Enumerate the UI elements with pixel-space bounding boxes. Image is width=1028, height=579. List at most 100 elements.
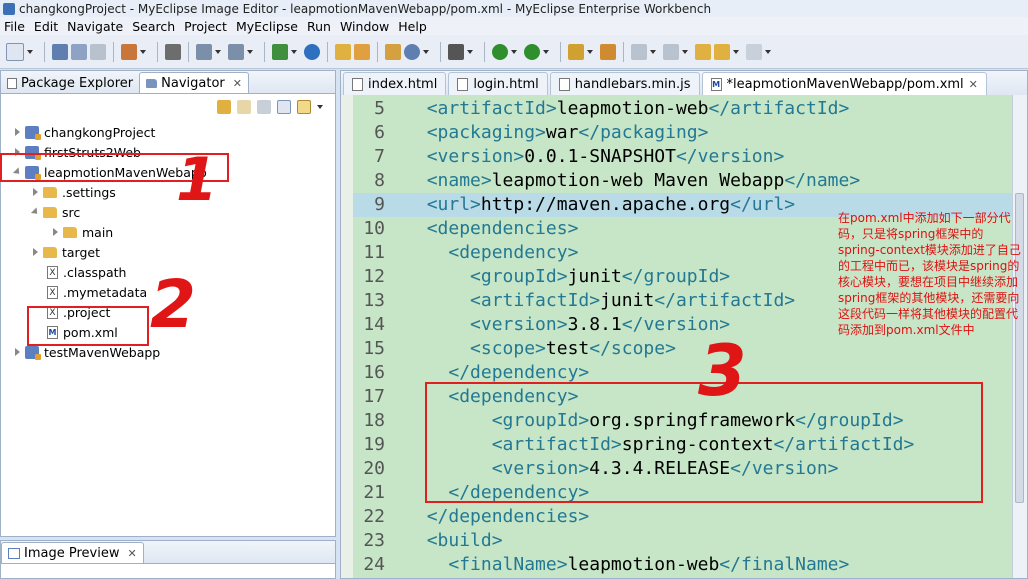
chevron-down-icon[interactable] <box>467 49 473 54</box>
tree-item-settings[interactable]: .settings <box>33 182 116 202</box>
view-menu-chevron-icon[interactable] <box>317 105 323 109</box>
tree-item-mymetadata[interactable]: X .mymetadata <box>47 282 147 302</box>
chevron-down-icon[interactable] <box>215 49 221 54</box>
close-icon[interactable]: ✕ <box>127 547 136 560</box>
deploy-icon[interactable] <box>121 43 137 60</box>
save-all-icon[interactable] <box>71 43 87 60</box>
expand-arrow-icon[interactable] <box>53 228 58 236</box>
menu-help[interactable]: Help <box>394 19 432 34</box>
add-folder-icon[interactable] <box>354 43 370 60</box>
close-icon[interactable]: ✕ <box>233 77 242 90</box>
chevron-down-icon[interactable] <box>291 49 297 54</box>
chevron-down-icon[interactable] <box>650 49 656 54</box>
chevron-down-icon[interactable] <box>511 49 517 54</box>
chevron-down-icon[interactable] <box>140 49 146 54</box>
chevron-down-icon[interactable] <box>27 49 33 54</box>
xml-text: junit <box>600 290 655 311</box>
camera-icon[interactable] <box>448 43 464 60</box>
back-arrow-icon[interactable] <box>217 100 231 114</box>
tab-login-html[interactable]: login.html <box>448 72 548 95</box>
chevron-down-icon[interactable] <box>543 49 549 54</box>
print-icon[interactable] <box>90 43 106 60</box>
menu-edit[interactable]: Edit <box>30 19 63 34</box>
code-line[interactable]: 6 <packaging>war</packaging> <box>353 121 1013 145</box>
tab-label: login.html <box>473 76 539 92</box>
code-line[interactable]: 8 <name>leapmotion-web Maven Webapp</nam… <box>353 169 1013 193</box>
package-explorer-icon <box>7 77 17 89</box>
chevron-down-icon[interactable] <box>423 49 429 54</box>
collapse-arrow-icon[interactable] <box>30 207 41 217</box>
open-folder-icon[interactable] <box>335 43 351 60</box>
expand-arrow-icon[interactable] <box>15 348 20 356</box>
chevron-down-icon[interactable] <box>587 49 593 54</box>
maven-file-icon: M <box>710 77 722 91</box>
last-edit-icon[interactable] <box>695 43 711 60</box>
menu-navigate[interactable]: Navigate <box>63 19 128 34</box>
line-number: 7 <box>374 146 385 167</box>
tab-pom-xml[interactable]: M *leapmotionMavenWebapp/pom.xml ✕ <box>701 72 987 95</box>
tree-item-classpath[interactable]: X .classpath <box>47 262 126 282</box>
tab-index-html[interactable]: index.html <box>343 72 447 95</box>
toolbar-separator <box>188 41 189 62</box>
line-number: 20 <box>363 458 385 479</box>
code-line[interactable]: 7 <version>0.0.1-SNAPSHOT</version> <box>353 145 1013 169</box>
code-line[interactable]: 24 <finalName>leapmotion-web</finalName> <box>353 553 1013 577</box>
debug-icon[interactable] <box>492 43 508 60</box>
prev-annotation-icon[interactable] <box>663 43 679 60</box>
line-number: 16 <box>363 362 385 383</box>
open-task-icon[interactable] <box>600 43 616 60</box>
new-package-icon[interactable] <box>385 43 401 60</box>
server-icon[interactable] <box>165 43 181 60</box>
chevron-down-icon[interactable] <box>765 49 771 54</box>
toolbar-separator <box>623 41 624 62</box>
run-icon[interactable] <box>524 43 540 60</box>
menu-search[interactable]: Search <box>128 19 180 34</box>
pen-icon[interactable] <box>568 43 584 60</box>
close-icon[interactable]: ✕ <box>969 78 978 91</box>
expand-arrow-icon[interactable] <box>33 248 38 256</box>
chevron-down-icon[interactable] <box>733 49 739 54</box>
tab-navigator[interactable]: Navigator ✕ <box>139 72 249 93</box>
tree-item-target[interactable]: target <box>33 242 100 262</box>
menu-window[interactable]: Window <box>336 19 394 34</box>
code-line[interactable]: 23 <build> <box>353 529 1013 553</box>
browser-icon[interactable] <box>404 43 420 60</box>
code-line[interactable]: 22 </dependencies> <box>353 505 1013 529</box>
menu-file[interactable]: File <box>0 19 30 34</box>
collapse-all-icon[interactable] <box>277 100 291 114</box>
back-icon[interactable] <box>714 43 730 60</box>
tab-image-preview[interactable]: Image Preview ✕ <box>1 542 144 563</box>
run-server-icon[interactable] <box>272 43 288 60</box>
tab-handlebars-min-js[interactable]: handlebars.min.js <box>549 72 700 95</box>
up-icon[interactable] <box>257 100 271 114</box>
save-icon[interactable] <box>52 43 68 60</box>
xml-open-tag: <groupId> <box>470 266 568 287</box>
forward-icon[interactable] <box>746 43 762 60</box>
tree-item-main[interactable]: main <box>53 222 113 242</box>
menu-myeclipse[interactable]: MyEclipse <box>232 19 303 34</box>
tree-item-changkongproject[interactable]: changkongProject <box>15 122 155 142</box>
next-annotation-icon[interactable] <box>631 43 647 60</box>
tab-package-explorer[interactable]: Package Explorer <box>1 73 139 93</box>
expand-arrow-icon[interactable] <box>33 188 38 196</box>
menu-run[interactable]: Run <box>303 19 336 34</box>
chevron-down-icon[interactable] <box>247 49 253 54</box>
new-icon[interactable] <box>6 42 24 61</box>
tools-icon[interactable] <box>196 43 212 60</box>
expand-arrow-icon[interactable] <box>15 128 20 136</box>
link-editor-icon[interactable] <box>297 100 311 114</box>
xml-text: 0.0.1-SNAPSHOT <box>524 146 676 167</box>
code-line[interactable]: 5 <artifactId>leapmotion-web</artifactId… <box>353 97 1013 121</box>
tree-item-src[interactable]: src <box>30 202 80 222</box>
chevron-down-icon[interactable] <box>682 49 688 54</box>
forward-arrow-icon[interactable] <box>237 100 251 114</box>
tools2-icon[interactable] <box>228 43 244 60</box>
code-line[interactable]: 15 <scope>test</scope> <box>353 337 1013 361</box>
globe-icon[interactable] <box>304 43 320 60</box>
menu-project[interactable]: Project <box>180 19 232 34</box>
title-bar: changkongProject - MyEclipse Image Edito… <box>0 0 1028 18</box>
